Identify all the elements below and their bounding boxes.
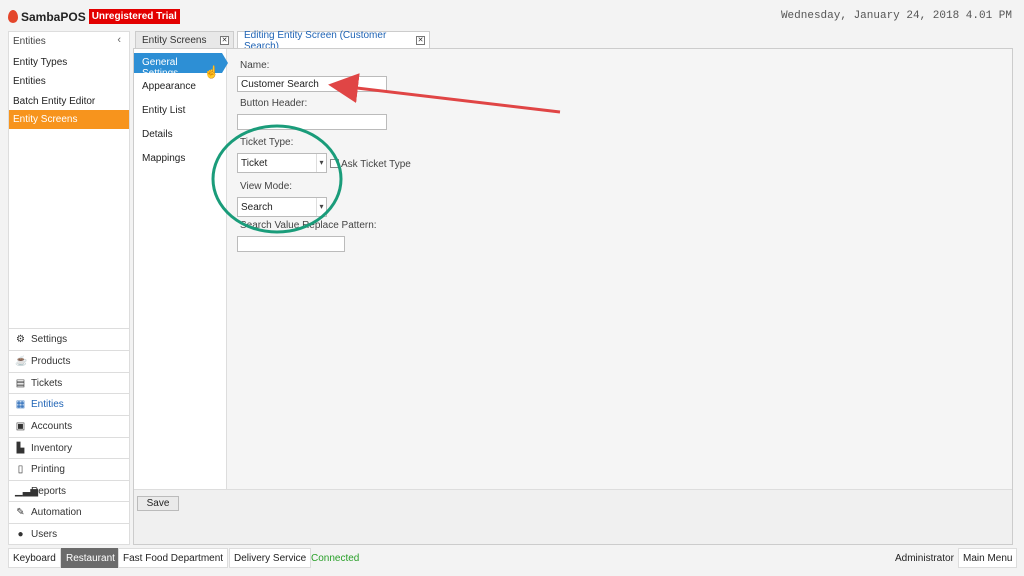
settings-nav-mappings[interactable]: Mappings (134, 149, 226, 169)
name-input[interactable] (237, 76, 387, 92)
module-label: Automation (31, 506, 82, 518)
settings-nav-entity-list[interactable]: Entity List (134, 101, 226, 121)
button-header-input[interactable] (237, 114, 387, 130)
calculator-icon: ▣ (15, 420, 26, 432)
app-name: SambaPOS (21, 9, 86, 24)
module-reports[interactable]: ▁▃▅ Reports (9, 480, 130, 501)
module-printing[interactable]: ▯ Printing (9, 458, 130, 479)
pen-icon: ✎ (16, 506, 25, 518)
settings-nav-appearance[interactable]: Appearance (134, 77, 226, 97)
ticket-type-value: Ticket (241, 158, 268, 169)
module-inventory[interactable]: ▙ Inventory (9, 437, 130, 458)
user-icon: ● (17, 528, 24, 540)
inventory-icon: ▙ (16, 442, 25, 454)
save-bar: Save (134, 489, 1012, 544)
button-header-label: Button Header: (240, 98, 308, 109)
cup-icon: ☕ (15, 355, 28, 367)
hand-cursor-icon: ☝ (204, 65, 219, 79)
module-entities[interactable]: ▦ Entities (9, 393, 130, 414)
save-button[interactable]: Save (137, 496, 179, 511)
module-label: Entities (31, 398, 64, 410)
flame-icon (8, 10, 18, 23)
sidebar-item-entities[interactable]: Entities (9, 72, 129, 91)
view-mode-value: Search (241, 202, 273, 213)
settings-nav-label: Mappings (142, 153, 186, 164)
ticket-type-label: Ticket Type: (240, 137, 294, 148)
connection-status: Connected (311, 553, 360, 564)
ask-ticket-type-checkbox[interactable] (330, 159, 339, 168)
settings-nav-label: Appearance (142, 81, 196, 92)
module-automation[interactable]: ✎ Automation (9, 501, 130, 522)
module-products[interactable]: ☕ Products (9, 350, 130, 371)
datetime-display: Wednesday, January 24, 2018 4.01 PM (780, 10, 1012, 22)
sidebar-item-label: Entity Screens (13, 114, 78, 125)
trial-badge: Unregistered Trial (88, 9, 180, 24)
tab-editing-entity-screen[interactable]: Editing Entity Screen (Customer Search) … (237, 30, 430, 52)
department-button[interactable]: Fast Food Department (118, 548, 229, 568)
gear-icon: ⚙ (16, 333, 25, 345)
tickets-icon: ▤ (15, 377, 26, 389)
module-settings[interactable]: ⚙ Settings (9, 328, 130, 349)
close-icon[interactable]: ✕ (220, 36, 229, 45)
chevron-down-icon: ▾ (316, 198, 326, 216)
settings-nav-label: General Settings (142, 57, 179, 79)
module-label: Products (31, 355, 71, 367)
user-name: Administrator (895, 553, 954, 564)
search-pattern-label: Search Value Replace Pattern: (240, 220, 377, 231)
search-pattern-input[interactable] (237, 236, 345, 252)
module-tickets[interactable]: ▤ Tickets (9, 372, 130, 393)
delivery-service-button[interactable]: Delivery Service (229, 548, 312, 568)
view-mode-select[interactable]: Search ▾ (237, 197, 327, 217)
settings-nav-label: Details (142, 129, 173, 140)
restaurant-button[interactable]: Restaurant (61, 548, 120, 568)
entities-icon: ▦ (15, 398, 26, 410)
main-menu-button[interactable]: Main Menu (958, 548, 1018, 568)
module-label: Reports (31, 485, 67, 497)
sidebar-item-entity-types[interactable]: Entity Types (9, 53, 129, 72)
editor-panel: General Settings Appearance Entity List … (133, 48, 1013, 545)
ask-ticket-type-label: Ask Ticket Type (341, 159, 411, 170)
view-mode-label: View Mode: (240, 181, 293, 192)
module-accounts[interactable]: ▣ Accounts (9, 415, 130, 436)
module-label: Printing (31, 463, 65, 475)
app-header: SambaPOS Unregistered Trial Wednesday, J… (0, 0, 1024, 32)
app-logo: SambaPOS Unregistered Trial (8, 9, 180, 24)
sidebar-item-label: Entities (13, 76, 46, 87)
status-bar: Keyboard Restaurant Fast Food Department… (0, 548, 1024, 570)
ticket-type-select[interactable]: Ticket ▾ (237, 153, 327, 173)
document-icon: ▯ (17, 463, 24, 475)
settings-nav-details[interactable]: Details (134, 125, 226, 145)
sidebar: Entities ‹ Entity Types Entities Batch E… (8, 31, 130, 545)
module-users[interactable]: ● Users (9, 523, 130, 544)
module-label: Users (31, 528, 58, 540)
module-label: Settings (31, 333, 68, 345)
bar-chart-icon: ▁▃▅ (15, 485, 39, 497)
sidebar-item-entity-screens[interactable]: Entity Screens (9, 110, 129, 129)
chevron-left-icon[interactable]: ‹ (117, 34, 121, 46)
name-label: Name: (240, 60, 270, 71)
sidebar-title: Entities (13, 36, 46, 47)
sidebar-item-batch-entity-editor[interactable]: Batch Entity Editor (9, 92, 129, 111)
module-label: Inventory (31, 442, 73, 454)
settings-nav: General Settings Appearance Entity List … (134, 49, 228, 489)
keyboard-button[interactable]: Keyboard (8, 548, 61, 568)
close-icon[interactable]: ✕ (416, 36, 425, 45)
sidebar-item-label: Entity Types (13, 57, 68, 68)
tab-label: Entity Screens (142, 35, 207, 46)
active-arrow-icon (222, 53, 228, 73)
module-label: Tickets (31, 377, 63, 389)
sidebar-item-label: Batch Entity Editor (13, 96, 96, 107)
chevron-down-icon: ▾ (316, 154, 326, 172)
module-label: Accounts (31, 420, 73, 432)
tab-entity-screens[interactable]: Entity Screens ✕ (135, 31, 234, 49)
settings-nav-label: Entity List (142, 105, 186, 116)
